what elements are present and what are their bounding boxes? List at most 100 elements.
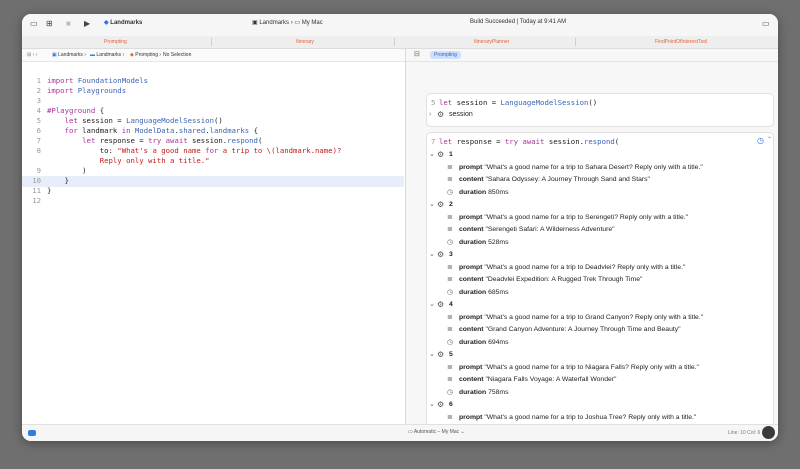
code-line: Reply only with a title." [47, 156, 210, 165]
duration-value: 694ms [488, 338, 509, 346]
breadcrumb: ⊞ ‹ › ▣ Landmarks › ▬ Landmarks › ◆ Prom… [22, 49, 406, 62]
chevron-down-icon[interactable]: ⌄ [429, 349, 435, 361]
result-content-row: ≣ content "Serengeti Safari: A Wilderness… [427, 224, 767, 236]
result-header[interactable]: ⌄ ⚙ 6 [427, 399, 767, 411]
result-header[interactable]: ⌄ ⚙ 1 [427, 149, 767, 161]
chevron-down-icon[interactable]: ⌄ [429, 149, 435, 161]
scheme-selector[interactable]: ◆ Landmarks [104, 19, 142, 26]
result-duration-row: ◷ duration 685ms [427, 287, 767, 299]
code-line: } [47, 186, 52, 195]
doc-icon: ≣ [447, 276, 453, 283]
result-header[interactable]: ⌄ ⚙ 4 [427, 299, 767, 311]
playground-canvas: ⊟ Prompting 5 let session = LanguageMode… [406, 49, 778, 425]
run-icon[interactable]: ▶ [84, 18, 90, 30]
code-line: let session = LanguageModelSession() [64, 116, 223, 125]
result-content-row: ≣ content "Grand Canyon Adventure: A Jour… [427, 324, 767, 336]
doc-icon: ≣ [447, 413, 453, 421]
line-number: 9 [36, 166, 41, 175]
result-prompt-row: ≣ prompt "What's a good name for a trip t… [427, 412, 767, 424]
result-index: 1 [449, 151, 453, 158]
line-number: 5 [36, 116, 41, 125]
cursor-position: Line: 10 Col: 6 [728, 430, 761, 436]
prompt-label: prompt [459, 163, 483, 171]
gear-icon: ⚙ [437, 400, 445, 409]
prompt-label: prompt [459, 313, 483, 321]
app-icon: ▣ [252, 20, 258, 26]
line-number: 1 [36, 76, 41, 85]
result-header[interactable]: ⌄ ⚙ 5 [427, 349, 767, 361]
result-index: 4 [449, 301, 453, 308]
destination-selector[interactable]: ▣ Landmarks › ▭ My Mac [252, 19, 323, 26]
result-content-row: ≣ content "Deadvlei Expedition: A Rugged … [427, 274, 767, 286]
history-icon[interactable]: ◷ [757, 136, 764, 145]
tab-itinerary[interactable]: Itinerary [296, 36, 314, 48]
duration-value: 528ms [488, 238, 509, 246]
duration-value: 685ms [488, 288, 509, 296]
pin-icon[interactable]: ⊟ [414, 50, 420, 58]
mac-icon: ▭ [408, 429, 413, 435]
build-status: Build Succeeded | Today at 9:41 AM [470, 19, 567, 25]
line-number: 11 [32, 186, 41, 195]
clock-icon: ◷ [447, 188, 454, 196]
chevron-down-icon[interactable]: ⌄ [429, 399, 435, 411]
prompt-label: prompt [459, 413, 483, 421]
session-label: session [449, 111, 473, 118]
doc-icon: ≣ [447, 163, 453, 171]
grid-icon[interactable]: ⊞ ‹ › [27, 49, 37, 61]
line-number: 12 [32, 196, 41, 205]
line-number: 10 [32, 176, 41, 185]
content-value: "Serengeti Safari: A Wilderness Adventur… [485, 226, 615, 233]
result-header[interactable]: ⌄ ⚙ 2 [427, 199, 767, 211]
content-label: content [459, 326, 484, 333]
stepper-icon[interactable]: ⌃ [767, 136, 772, 143]
line-number: 7 [36, 136, 41, 145]
result-prompt-row: ≣ prompt "What's a good name for a trip t… [427, 312, 767, 324]
tab-find-point-of-interest-tool[interactable]: FindPointOfInterestTool [655, 36, 707, 48]
run-destination[interactable]: ▭ Automatic – My Mac ⌄ [408, 428, 465, 436]
breadcrumb-selection[interactable]: No Selection [163, 49, 191, 61]
content-label: content [459, 276, 484, 283]
tab-itinerary-planner[interactable]: ItineraryPlanner [474, 36, 509, 48]
breadcrumb-project[interactable]: ▣ Landmarks › [52, 49, 86, 61]
chevron-down-icon[interactable]: ⌄ [429, 249, 435, 261]
prompt-value: "What's a good name for a trip to Grand … [484, 313, 704, 321]
result-index: 6 [449, 401, 453, 408]
breadcrumb-folder[interactable]: ▬ Landmarks › [90, 49, 124, 61]
xcode-window: ▭ ⊞ ■ ▶ ◆ Landmarks ▣ Landmarks › ▭ My M… [22, 14, 778, 441]
code-line: to: "What's a good name for a trip to \(… [47, 146, 342, 155]
stop-icon[interactable]: ■ [66, 18, 71, 30]
tab-prompting[interactable]: Prompting [104, 36, 127, 48]
line-number: 5 [431, 98, 436, 107]
add-icon[interactable]: ⊞ [46, 18, 53, 30]
session-code: let session = LanguageModelSession() [439, 98, 598, 107]
prompt-value: "What's a good name for a trip to Sahara… [484, 163, 703, 171]
doc-icon: ≣ [447, 313, 453, 321]
title-bar: ▭ ⊞ ■ ▶ ◆ Landmarks ▣ Landmarks › ▭ My M… [22, 14, 778, 37]
content-label: content [459, 226, 484, 233]
gear-icon: ⚙ [437, 250, 445, 259]
response-card: 7 let response = try await session.respo… [426, 132, 774, 425]
result-header[interactable]: ⌄ ⚙ 3 [427, 249, 767, 261]
clock-icon: ◷ [447, 288, 454, 296]
code-line: } [47, 176, 69, 185]
prompt-value: "What's a good name for a trip to Sereng… [484, 213, 689, 221]
chevron-right-icon[interactable]: › [429, 111, 431, 118]
canvas-toggle-icon[interactable] [762, 426, 775, 439]
debug-area-toggle-icon[interactable] [28, 430, 36, 436]
result-prompt-row: ≣ prompt "What's a good name for a trip t… [427, 212, 767, 224]
code-line: let response = try await session.respond… [82, 136, 263, 145]
duration-label: duration [459, 238, 487, 246]
destination-app-label: Landmarks [259, 20, 290, 26]
gear-icon: ⚙ [437, 110, 445, 119]
doc-icon: ≣ [447, 363, 453, 371]
breadcrumb-file[interactable]: ◆ Prompting › [130, 49, 161, 61]
prompt-value: "What's a good name for a trip to Deadvl… [484, 263, 686, 271]
chevron-down-icon[interactable]: ⌄ [429, 299, 435, 311]
sidebar-toggle-icon[interactable]: ▭ [30, 18, 38, 30]
inspector-toggle-icon[interactable]: ▭ [762, 18, 770, 30]
result-duration-row: ◷ duration 694ms [427, 337, 767, 349]
prompt-label: prompt [459, 213, 483, 221]
chevron-down-icon[interactable]: ⌄ [429, 199, 435, 211]
playground-chip[interactable]: Prompting [430, 51, 461, 59]
source-editor[interactable]: 1 2 3 4 5 6 7 8 9 10 11 12 import FoundationModels i… [22, 62, 404, 424]
